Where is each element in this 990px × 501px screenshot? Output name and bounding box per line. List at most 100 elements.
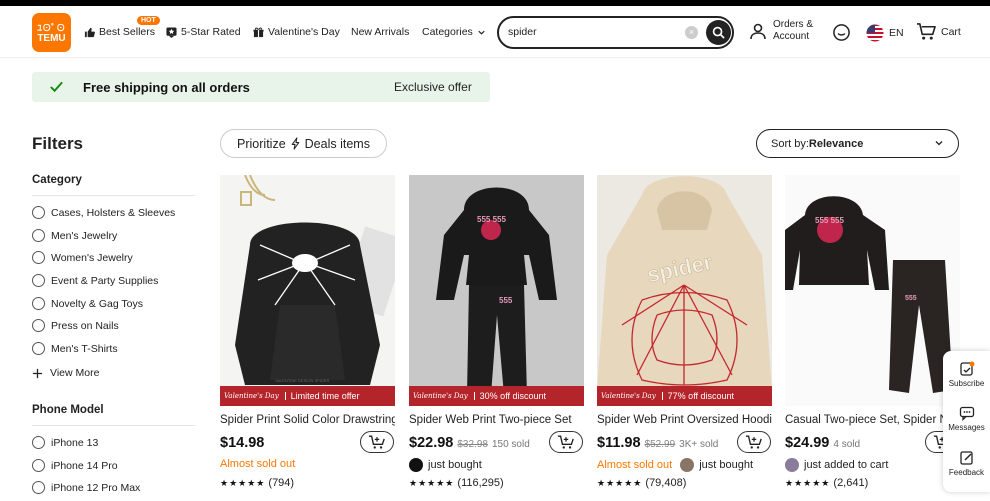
prioritize-prefix: Prioritize <box>237 136 286 151</box>
product-card[interactable]: 555 555 555 Casual Two-piece Set, Spider… <box>785 175 960 501</box>
filter-option[interactable]: Novelty & Gag Toys <box>32 297 143 310</box>
product-image[interactable]: 555 555 555 <box>409 175 584 406</box>
product-rating[interactable]: ★★★★★ (116,295) <box>409 477 504 489</box>
product-image[interactable]: spider <box>597 175 772 406</box>
add-to-cart-button[interactable] <box>737 431 771 453</box>
nav-categories[interactable]: Categories <box>422 20 490 44</box>
filter-option[interactable]: Cases, Holsters & Sleeves <box>32 206 175 219</box>
add-to-cart-button[interactable] <box>549 431 583 453</box>
checkmark-icon <box>50 81 63 93</box>
sort-prefix: Sort by: <box>771 137 809 150</box>
radio-button[interactable] <box>32 206 45 219</box>
nav-five-star-label: 5-Star Rated <box>181 26 241 38</box>
current-price: $24.99 <box>785 435 830 451</box>
filter-option[interactable]: Men's T-Shirts <box>32 342 118 355</box>
subscribe-icon <box>959 361 974 376</box>
free-shipping-banner[interactable]: Free shipping on all orders Exclusive of… <box>32 72 490 102</box>
original-price: $32.98 <box>457 439 488 450</box>
radio-button[interactable] <box>32 436 45 449</box>
filters-heading: Filters <box>32 134 84 153</box>
product-title[interactable]: Casual Two-piece Set, Spider N <box>785 414 960 426</box>
user-icon <box>750 23 766 40</box>
product-rating[interactable]: ★★★★★ (79,408) <box>597 477 686 489</box>
svg-text:VALENTINE DESIGN SPIDER: VALENTINE DESIGN SPIDER <box>275 378 329 383</box>
thumbs-up-icon <box>84 27 95 37</box>
radio-button[interactable] <box>32 229 45 242</box>
product-rating[interactable]: ★★★★★ (794) <box>220 477 294 489</box>
messages-icon <box>959 406 974 421</box>
radio-button[interactable] <box>32 342 45 355</box>
prioritize-deals-button[interactable]: Prioritize Deals items <box>220 129 387 158</box>
promo-banner-text: 77% off discount <box>667 391 735 401</box>
activity-text: just added to cart <box>804 459 889 471</box>
filter-option[interactable]: Press on Nails <box>32 319 119 332</box>
cart-button[interactable]: Cart <box>916 22 961 41</box>
nav-valentines-label: Valentine's Day <box>268 26 340 38</box>
site-header: ﾕ⊙ﾟ⊙ TEMU Best Sellers HOT 5-Star Rated … <box>0 6 990 58</box>
side-widget: Subscribe Messages Feedback <box>943 351 990 492</box>
product-image[interactable]: 555 555 555 <box>785 175 960 406</box>
orders-account[interactable]: Orders & Account <box>749 19 813 43</box>
nav-categories-label: Categories <box>422 26 473 38</box>
product-image[interactable]: VALENTINE DESIGN SPIDER <box>220 175 395 406</box>
radio-button[interactable] <box>32 319 45 332</box>
clear-search-icon[interactable]: × <box>685 26 698 39</box>
product-rating[interactable]: ★★★★★ (2,641) <box>785 477 868 489</box>
cart-icon <box>917 23 936 40</box>
lightning-icon <box>291 137 299 150</box>
search-input[interactable]: spider <box>508 26 537 38</box>
search-bar[interactable]: spider × <box>497 16 734 49</box>
nav-new-arrivals-label: New Arrivals <box>351 26 410 38</box>
logo-text: TEMU <box>37 33 66 44</box>
chevron-down-icon <box>935 141 943 146</box>
view-more-button[interactable]: View More <box>32 367 99 379</box>
promo-banner: Valentine's Day 30% off discount <box>409 386 584 406</box>
product-title[interactable]: Spider Web Print Two-piece Set <box>409 414 584 426</box>
almost-sold-out: Almost sold out <box>220 458 296 470</box>
star-badge-icon <box>166 26 177 38</box>
filter-option[interactable]: iPhone 12 Pro Max <box>32 481 140 494</box>
filter-option-label: iPhone 12 Pro Max <box>51 481 141 494</box>
buyer-avatar <box>409 458 423 472</box>
language-selector[interactable]: EN <box>866 24 904 42</box>
valentines-tag: Valentine's Day <box>220 392 286 400</box>
subscribe-button[interactable]: Subscribe <box>943 361 990 388</box>
sort-dropdown[interactable]: Sort by: Relevance <box>756 129 959 158</box>
stars-icon: ★★★★★ <box>220 478 266 488</box>
filter-option[interactable]: Event & Party Supplies <box>32 274 158 287</box>
radio-button[interactable] <box>32 481 45 494</box>
radio-button[interactable] <box>32 274 45 287</box>
product-title[interactable]: Spider Print Solid Color Drawstring Hood… <box>220 414 395 426</box>
current-price: $22.98 <box>409 435 454 451</box>
review-count: (2,641) <box>833 477 869 489</box>
nav-new-arrivals[interactable]: New Arrivals <box>351 20 409 44</box>
product-card[interactable]: spider Valentine's Day 77% off discount … <box>597 175 772 501</box>
sold-count: 3K+ sold <box>679 439 719 450</box>
feedback-button[interactable]: Feedback <box>943 450 990 477</box>
radio-button[interactable] <box>32 459 45 472</box>
add-to-cart-button[interactable] <box>360 431 394 453</box>
product-card[interactable]: VALENTINE DESIGN SPIDER Valentine's Day … <box>220 175 395 501</box>
search-button[interactable] <box>706 20 731 45</box>
radio-button[interactable] <box>32 251 45 264</box>
nav-valentines-day[interactable]: Valentine's Day <box>253 20 340 44</box>
phone-model-divider <box>32 425 195 426</box>
filter-option[interactable]: iPhone 14 Pro <box>32 459 118 472</box>
cart-label: Cart <box>941 25 961 38</box>
filter-option[interactable]: Men's Jewelry <box>32 229 117 242</box>
cart-plus-icon <box>368 435 385 449</box>
nav-five-star-rated[interactable]: 5-Star Rated <box>166 20 241 44</box>
filter-option-label: Cases, Holsters & Sleeves <box>51 206 176 219</box>
promo-banner: Valentine's Day 77% off discount <box>597 386 772 406</box>
product-title[interactable]: Spider Web Print Oversized Hoodie <box>597 414 772 426</box>
category-divider <box>32 195 195 196</box>
temu-logo[interactable]: ﾕ⊙ﾟ⊙ TEMU <box>32 13 71 52</box>
review-count: (79,408) <box>645 477 687 489</box>
radio-button[interactable] <box>32 297 45 310</box>
product-card[interactable]: 555 555 555 Valentine's Day 30% off disc… <box>409 175 584 501</box>
filter-option[interactable]: iPhone 13 <box>32 436 98 449</box>
sold-count: 150 sold <box>491 439 530 450</box>
filter-option[interactable]: Women's Jewelry <box>32 251 133 264</box>
messages-button[interactable]: Messages <box>943 406 990 432</box>
support-chat-button[interactable] <box>832 23 851 47</box>
